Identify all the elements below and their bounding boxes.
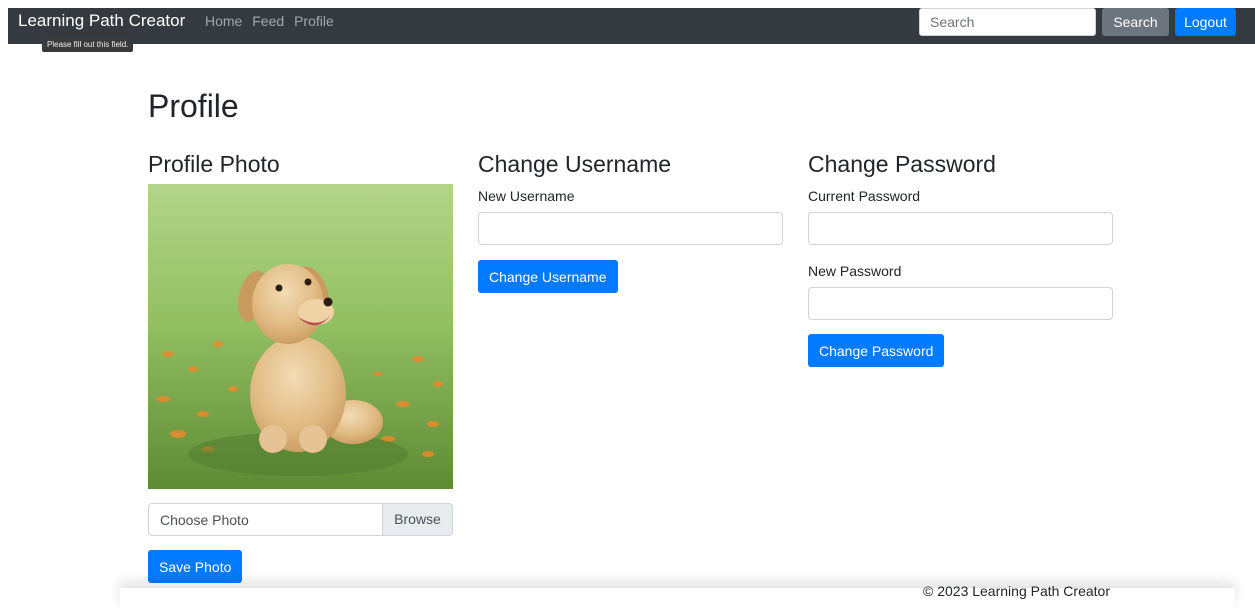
logout-button[interactable]: Logout xyxy=(1175,8,1236,36)
change-password-button[interactable]: Change Password xyxy=(808,334,945,367)
nav-link-home[interactable]: Home xyxy=(205,13,242,29)
change-password-heading: Change Password xyxy=(808,151,996,177)
brand-link[interactable]: Learning Path Creator xyxy=(18,11,185,31)
nav-links: Home Feed Profile xyxy=(205,13,340,29)
search-input[interactable] xyxy=(919,8,1096,36)
profile-photo xyxy=(148,184,453,489)
golden-retriever-puppy-photo xyxy=(148,184,453,489)
footer-copyright: © 2023 Learning Path Creator xyxy=(923,583,1110,599)
new-password-input[interactable] xyxy=(808,287,1113,320)
search-button[interactable]: Search xyxy=(1102,8,1169,36)
file-input-label: Choose Photo xyxy=(160,512,249,528)
new-username-label: New Username xyxy=(478,188,575,204)
change-username-button[interactable]: Change Username xyxy=(478,260,618,293)
nav-link-feed[interactable]: Feed xyxy=(252,13,284,29)
change-username-heading: Change Username xyxy=(478,151,672,177)
navbar: Learning Path Creator Home Feed Profile … xyxy=(8,8,1255,44)
photo-file-input[interactable]: Choose Photo Browse xyxy=(148,503,453,536)
current-password-label: Current Password xyxy=(808,188,921,204)
nav-link-profile[interactable]: Profile xyxy=(294,13,334,29)
browse-button[interactable]: Browse xyxy=(382,504,452,535)
save-photo-button[interactable]: Save Photo xyxy=(148,550,243,583)
new-username-input[interactable] xyxy=(478,212,783,245)
profile-photo-heading: Profile Photo xyxy=(148,151,280,177)
current-password-input[interactable] xyxy=(808,212,1113,245)
validation-tooltip: Please fill out this field. xyxy=(42,34,134,52)
new-password-label: New Password xyxy=(808,263,902,279)
page-title: Profile xyxy=(148,88,239,124)
